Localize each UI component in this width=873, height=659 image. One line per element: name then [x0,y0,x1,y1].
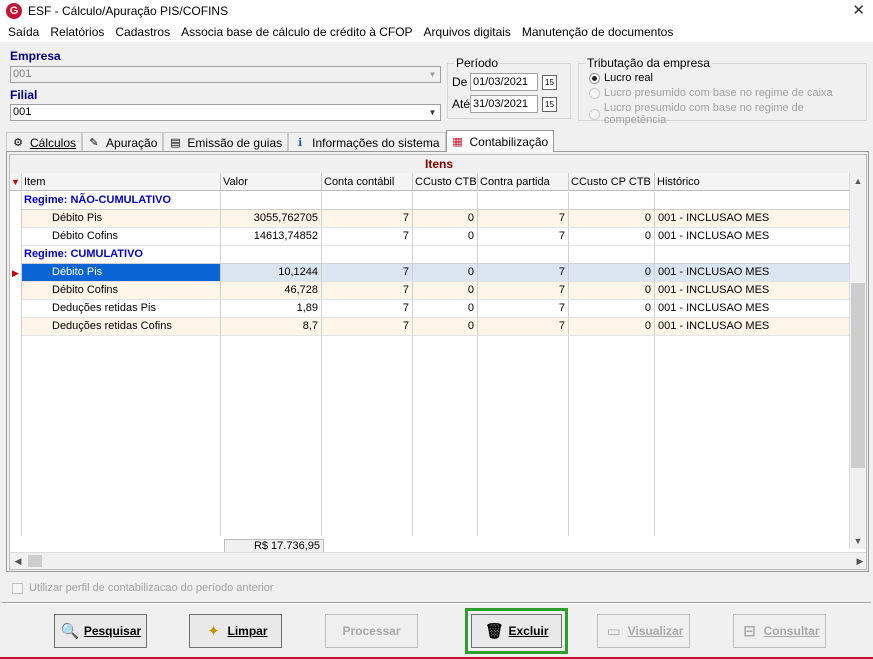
search-icon: 🔍 [60,623,80,640]
excluir-button[interactable]: 🗑 Excluir [465,608,568,654]
app-logo-icon: G [6,3,22,19]
grid-title: Itens [10,155,866,173]
menu-item-associa-base[interactable]: Associa base de cálculo de crédito à CFO… [177,25,419,39]
periodo-group: Período De 01/03/2021 15 Até 31/03/2021 … [447,56,571,119]
use-previous-profile-checkbox: Utilizar perfil de contabilizacao do per… [12,582,274,594]
processar-button: Processar [325,614,418,648]
tab-emissao-guias[interactable]: ▤ Emissão de guias [163,132,289,152]
empresa-value: 001 [13,68,32,80]
table-row[interactable]: Deduções retidas Pis 1,89 7 0 7 0 001 - … [10,300,851,318]
col-header-ccusto-ctb[interactable]: CCusto CTB [413,173,478,191]
window-title: ESF - Cálculo/Apuração PIS/COFINS [28,4,229,18]
sort-indicator-icon: ▼ [10,173,22,191]
calendar-icon[interactable]: 15 [542,74,557,90]
menu-item-saida[interactable]: Saída [4,25,46,39]
tab-strip: ⚙ Cálculos ✎ Apuração ▤ Emissão de guias… [6,130,555,152]
radio-lucro-presumido-competencia: Lucro presumido com base no regime de co… [589,102,866,126]
scroll-left-icon[interactable]: ◀ [10,553,26,569]
scroll-up-icon[interactable]: ▲ [850,173,866,189]
horizontal-scrollbar[interactable]: ◀ ▶ [10,552,866,569]
tab-contabilizacao[interactable]: ▦ Contabilização [445,130,555,152]
info-icon: ℹ [298,137,303,149]
trash-icon: 🗑 [484,623,504,640]
broom-icon: ✦ [207,623,220,640]
checkbox-label: Utilizar perfil de contabilizacao do per… [29,582,274,594]
consult-icon: ⊟ [743,623,756,640]
date-to-row: Até 31/03/2021 15 [452,95,557,113]
checkbox [12,582,23,594]
de-label: De [452,75,468,89]
table-row-selected[interactable]: ▶ Débito Pis 10,1244 7 0 7 0 001 - INCLU… [10,264,851,282]
menu-bar: Saída Relatórios Cadastros Associa base … [0,22,873,42]
document-icon: ▤ [170,137,181,149]
scroll-thumb[interactable] [851,283,865,468]
col-header-ccusto-cp-ctb[interactable]: CCusto CP CTB [569,173,655,191]
tab-apuracao[interactable]: ✎ Apuração [82,132,164,152]
radio-button [589,87,600,99]
grid-header: ▼ Item Valor Conta contábil CCusto CTB C… [10,173,851,191]
pesquisar-button[interactable]: 🔍 Pesquisar [54,614,147,648]
menu-item-arquivos-digitais[interactable]: Arquivos digitais [420,25,518,39]
radio-button [589,108,600,120]
calc-icon: ⚙ [13,137,23,149]
menu-item-relatorios[interactable]: Relatórios [46,25,111,39]
title-bar: G ESF - Cálculo/Apuração PIS/COFINS ✕ [0,0,873,22]
radio-button[interactable] [589,72,600,84]
scroll-thumb[interactable] [28,555,42,567]
filial-value: 001 [13,106,32,118]
tributacao-label: Tributação da empresa [585,56,712,70]
empresa-select[interactable]: 001 ▼ [10,66,441,83]
table-row[interactable]: Deduções retidas Cofins 8,7 7 0 7 0 001 … [10,318,851,336]
calendar-icon[interactable]: 15 [542,96,557,112]
close-icon[interactable]: ✕ [852,1,865,19]
apuracao-icon: ✎ [89,137,99,149]
filial-label: Filial [10,88,38,102]
col-header-valor[interactable]: Valor [221,173,322,191]
tab-calculos[interactable]: ⚙ Cálculos [6,132,83,152]
radio-lucro-presumido-caixa: Lucro presumido com base no regime de ca… [589,87,833,99]
menu-item-manutencao-documentos[interactable]: Manutenção de documentos [518,25,680,39]
col-header-conta-contabil[interactable]: Conta contábil [322,173,413,191]
table-row[interactable]: Débito Pis 3055,762705 7 0 7 0 001 - INC… [10,210,851,228]
vertical-scrollbar[interactable]: ▲ ▼ [849,173,866,549]
filial-select[interactable]: 001 ▼ [10,104,441,121]
visualizar-button: ▭ Visualizar [597,614,690,648]
consultar-button: ⊟ Consultar [733,614,826,648]
tab-panel-contabilizacao: Itens ▼ Item Valor Conta contábil CCusto… [6,151,869,572]
group-row[interactable]: Regime: CUMULATIVO [10,246,851,264]
table-row[interactable]: Débito Cofins 46,728 7 0 7 0 001 - INCLU… [10,282,851,300]
current-row-arrow-icon: ▶ [10,264,22,282]
items-grid[interactable]: Itens ▼ Item Valor Conta contábil CCusto… [9,154,867,570]
col-header-item[interactable]: Item [22,173,221,191]
radio-label: Lucro presumido com base no regime de co… [603,102,804,126]
print-preview-icon: ▭ [606,623,621,640]
tributacao-group: Tributação da empresa Lucro real Lucro p… [578,56,867,126]
radio-label: Lucro real [604,72,653,84]
ate-label: Até [452,97,471,111]
empresa-label: Empresa [10,49,61,63]
date-from-row: De 01/03/2021 15 [452,73,557,91]
scroll-down-icon[interactable]: ▼ [850,533,866,549]
table-row[interactable]: Débito Cofins 14613,74852 7 0 7 0 001 - … [10,228,851,246]
radio-lucro-real[interactable]: Lucro real [589,72,653,84]
scroll-right-icon[interactable]: ▶ [852,553,866,569]
date-to-input[interactable]: 31/03/2021 [470,95,538,113]
radio-label: Lucro presumido com base no regime de ca… [604,87,833,99]
grid-empty-area [10,336,655,536]
limpar-button[interactable]: ✦ Limpar [189,614,282,648]
tab-informacoes-sistema[interactable]: ℹ Informações do sistema [288,132,446,152]
col-header-contra-partida[interactable]: Contra partida [478,173,569,191]
divider [2,602,871,604]
group-row[interactable]: Regime: NÃO-CUMULATIVO [10,192,851,210]
menu-item-cadastros[interactable]: Cadastros [111,25,177,39]
col-header-historico[interactable]: Histórico [655,173,851,191]
calendar-icon: ▦ [452,136,463,148]
chevron-down-icon: ▼ [428,108,437,117]
periodo-label: Período [454,56,501,70]
date-from-input[interactable]: 01/03/2021 [470,73,538,91]
chevron-down-icon: ▼ [428,70,437,79]
